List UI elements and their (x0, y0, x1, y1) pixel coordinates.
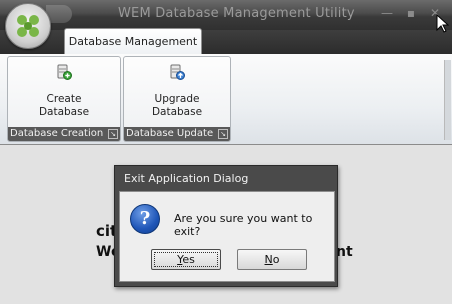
yes-label-rest: es (182, 253, 195, 266)
brand-subtitle-right: nt (336, 244, 353, 260)
no-button[interactable]: No (237, 249, 307, 270)
citrix-logo-icon (17, 15, 39, 37)
yes-button[interactable]: Yes (151, 249, 221, 270)
tab-database-management[interactable]: Database Management (64, 28, 202, 55)
dialog-launcher-icon[interactable]: ↘ (218, 129, 228, 139)
group-label-database-creation: Database Creation ↘ (8, 127, 120, 141)
database-add-icon (57, 64, 72, 80)
group-label-database-update: Database Update ↘ (124, 127, 230, 141)
database-upgrade-icon (170, 64, 185, 80)
dialog-title: Exit Application Dialog (124, 172, 249, 185)
no-label-rest: o (272, 253, 280, 266)
no-mnemonic: N (264, 253, 273, 266)
create-database-label-line2: Database (38, 106, 90, 118)
dialog-message: Are you sure you want to exit? (174, 212, 313, 238)
upgrade-database-label-line1: Upgrade (154, 93, 200, 105)
ribbon-group-database-creation: Create Database Database Creation ↘ (7, 56, 121, 142)
dialog-launcher-icon[interactable]: ↘ (108, 129, 118, 139)
upgrade-database-button[interactable]: Upgrade Database (124, 63, 230, 119)
mouse-cursor-icon (436, 14, 450, 33)
create-database-label-line1: Create (46, 93, 82, 105)
group-label-text: Database Update (126, 128, 214, 139)
ribbon-scroll-edge (444, 60, 451, 140)
window-title: WEM Database Management Utility (118, 6, 355, 21)
exit-dialog: Exit Application Dialog ? Are you sure y… (114, 165, 338, 287)
question-icon: ? (130, 204, 160, 234)
create-database-button[interactable]: Create Database (8, 63, 120, 119)
app-menu-button[interactable] (5, 3, 51, 49)
title-bar: WEM Database Management Utility — ▪ ✕ (0, 0, 452, 30)
minimize-button[interactable]: — (378, 5, 396, 21)
dialog-body: ? Are you sure you want to exit? Yes No (119, 191, 335, 282)
upgrade-database-label-line2: Database (151, 106, 203, 118)
group-label-text: Database Creation (10, 128, 104, 139)
maximize-button[interactable]: ▪ (402, 5, 420, 21)
ribbon-group-database-update: Upgrade Database Database Update ↘ (123, 56, 231, 142)
